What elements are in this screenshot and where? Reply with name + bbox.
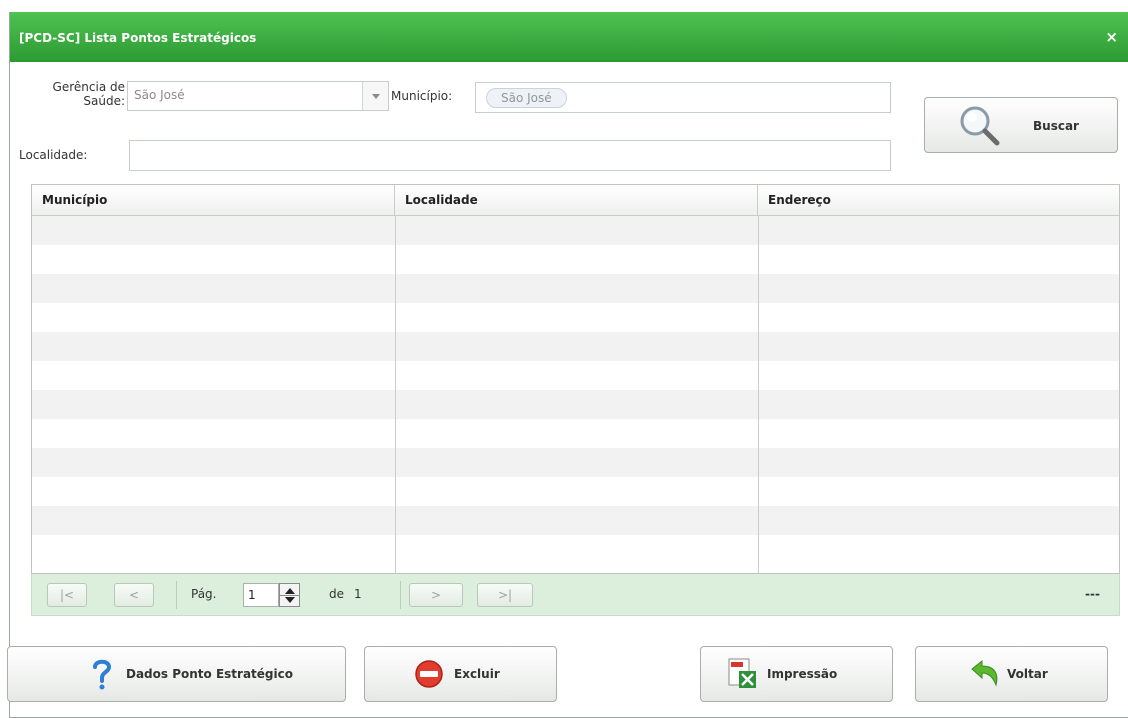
column-divider — [758, 216, 759, 573]
localidade-label: Localidade: — [19, 148, 88, 162]
page-label: Pág. — [191, 587, 217, 601]
impressao-label: Impressão — [767, 667, 838, 681]
window-title: [PCD-SC] Lista Pontos Estratégicos — [19, 31, 257, 45]
gerencia-select[interactable]: São José — [127, 81, 389, 111]
close-icon[interactable]: × — [1105, 28, 1118, 46]
column-divider — [395, 216, 396, 573]
total-pages: 1 — [354, 587, 362, 601]
dados-label: Dados Ponto Estratégico — [126, 667, 293, 681]
first-page-button[interactable]: |< — [47, 583, 87, 607]
table-row — [32, 361, 1119, 390]
table-row — [32, 216, 1119, 245]
buscar-label: Buscar — [1033, 119, 1079, 133]
column-header-localidade[interactable]: Localidade — [395, 185, 758, 216]
municipio-label: Município: — [391, 89, 453, 103]
gerencia-label: Gerência de Saúde: — [52, 80, 125, 108]
impressao-button[interactable]: Impressão — [700, 646, 893, 702]
table-row — [32, 303, 1119, 332]
pagination-bar: |< < Pág. 1 de 1 > >| --- — [31, 574, 1120, 616]
table-row — [32, 245, 1119, 274]
results-table: Município Localidade Endereço — [31, 184, 1120, 574]
dialog-window: [PCD-SC] Lista Pontos Estratégicos × Ger… — [7, 12, 1128, 718]
table-row — [32, 419, 1119, 448]
pager-status: --- — [1085, 587, 1100, 601]
localidade-input[interactable] — [129, 140, 891, 171]
table-row — [32, 390, 1119, 419]
column-header-municipio[interactable]: Município — [32, 185, 395, 216]
column-header-endereco[interactable]: Endereço — [758, 185, 1119, 216]
stepper-down-icon[interactable] — [285, 597, 295, 603]
pager-separator — [400, 581, 401, 609]
last-page-button[interactable]: >| — [477, 583, 533, 607]
pdf-excel-icon — [728, 658, 756, 688]
no-entry-icon — [415, 660, 443, 688]
voltar-label: Voltar — [1007, 667, 1048, 681]
page-input[interactable]: 1 — [243, 583, 279, 607]
pager-separator — [176, 581, 177, 609]
back-arrow-icon — [971, 659, 998, 687]
voltar-button[interactable]: Voltar — [915, 646, 1108, 702]
of-label: de — [329, 587, 344, 601]
stepper-up-icon[interactable] — [285, 588, 295, 594]
table-row — [32, 535, 1119, 564]
page-stepper[interactable] — [279, 583, 300, 607]
dados-ponto-estrategico-button[interactable]: Dados Ponto Estratégico — [7, 646, 346, 702]
municipio-field[interactable]: São José — [475, 82, 891, 113]
table-row — [32, 448, 1119, 477]
excluir-label: Excluir — [454, 667, 500, 681]
stepper-divider — [280, 595, 299, 596]
table-header: Município Localidade Endereço — [32, 185, 1119, 216]
municipio-chip[interactable]: São José — [486, 88, 567, 108]
magnifier-icon — [960, 106, 1000, 146]
chevron-down-icon[interactable] — [362, 82, 388, 110]
question-icon — [93, 659, 112, 690]
table-row — [32, 506, 1119, 535]
table-row — [32, 477, 1119, 506]
background-strip — [0, 0, 1128, 12]
table-row — [32, 274, 1119, 303]
excluir-button[interactable]: Excluir — [364, 646, 557, 702]
buscar-button[interactable]: Buscar — [924, 97, 1118, 153]
title-bar: [PCD-SC] Lista Pontos Estratégicos × — [10, 12, 1128, 62]
prev-page-button[interactable]: < — [114, 583, 154, 607]
table-row — [32, 332, 1119, 361]
next-page-button[interactable]: > — [409, 583, 463, 607]
